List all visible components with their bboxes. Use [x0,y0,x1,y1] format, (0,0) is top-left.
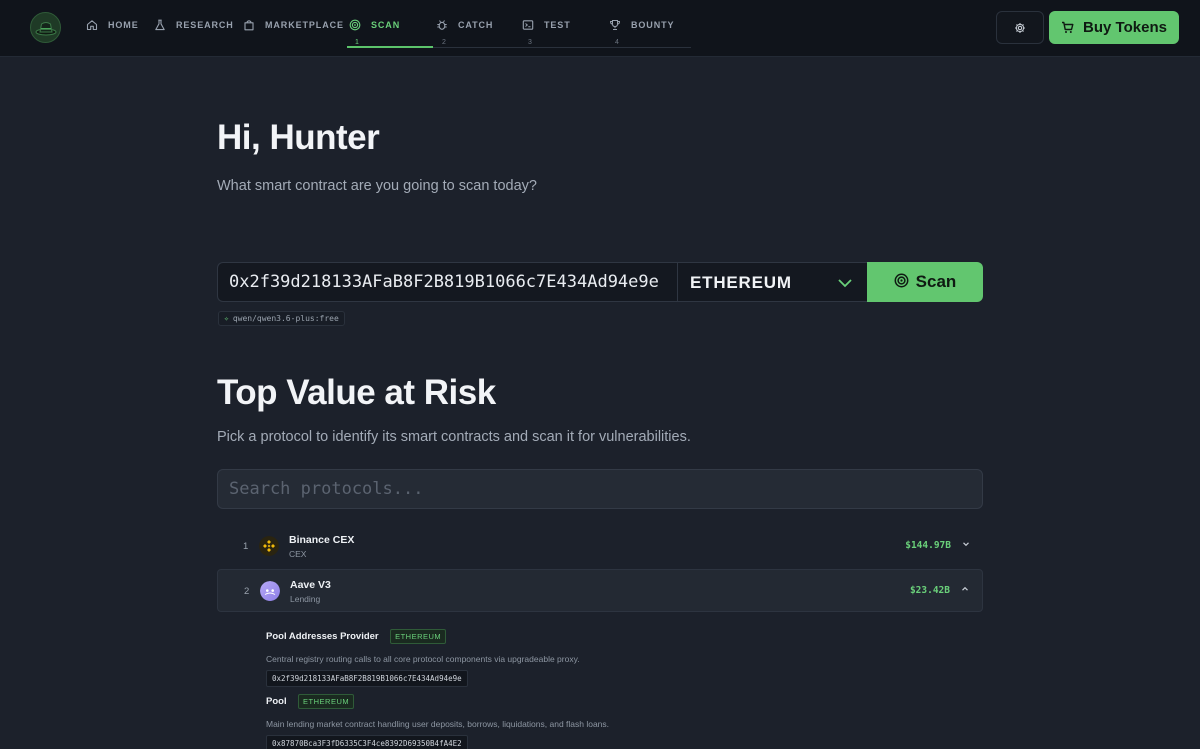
contract-description: Main lending market contract handling us… [266,719,610,729]
nav-steps-track [433,47,691,48]
nav-test-label: TEST [544,20,571,30]
section-title: Top Value at Risk [217,373,496,412]
protocol-tvl: $23.42B [909,585,950,596]
protocol-name: Binance CEX [289,534,355,546]
nav-marketplace-label: MARKETPLACE [265,20,344,30]
buy-tokens-button[interactable]: Buy Tokens [1049,11,1179,44]
contract-name: Pool [266,696,287,708]
contract-address-input[interactable]: 0x2f39d218133AFaB8F2B819B1066c7E434Ad94e… [217,262,678,302]
nav-scan-step-number: 1 [355,39,359,46]
chevron-up-icon [962,586,968,591]
nav-research-label: RESEARCH [176,20,234,30]
nav-scan[interactable]: SCAN 1 [349,14,400,48]
chain-select[interactable]: ETHEREUM [677,262,868,302]
chain-badge: ETHEREUM [390,629,447,645]
radar-icon [349,19,361,31]
protocol-rank: 2 [244,586,250,597]
sparkle-icon: ✧ [224,314,229,323]
chain-badge: ETHEREUM [298,694,355,710]
binance-logo-icon [259,536,279,556]
flask-icon [155,19,165,31]
shopping-bag-icon [244,20,254,31]
model-badge[interactable]: ✧ qwen/qwen3.6-plus:free [218,311,345,326]
scan-button[interactable]: Scan [867,262,983,302]
protocol-row[interactable]: 1 Binance CEX CEX $144.97B [217,525,983,568]
hunter-hat-logo[interactable] [30,12,61,43]
terminal-icon [522,20,534,30]
contract-description: Central registry routing calls to all co… [266,654,580,664]
nav-home-label: HOME [108,20,139,30]
contract-item[interactable]: Pool ETHEREUM Main lending market contra… [266,693,609,749]
page-subtitle: What smart contract are you going to sca… [217,178,537,194]
cart-icon [1062,21,1074,33]
nav-scan-label: SCAN [371,20,401,30]
nav-catch-step-number: 2 [442,39,446,46]
buy-tokens-label: Buy Tokens [1083,19,1167,36]
scan-button-label: Scan [915,272,957,291]
home-icon [86,20,98,31]
nav-bounty[interactable]: BOUNTY 4 [609,14,674,48]
contract-name: Pool Addresses Provider [266,631,379,643]
aave-logo-icon [260,581,280,601]
nav-marketplace[interactable]: MARKETPLACE [243,14,344,48]
nav-catch[interactable]: CATCH 2 [436,14,493,48]
hat-icon [35,21,56,35]
nav-test-step-number: 3 [528,39,532,46]
nav-bounty-label: BOUNTY [631,20,675,30]
nav-home[interactable]: HOME [86,14,139,48]
contract-item[interactable]: Pool Addresses Provider ETHEREUM Central… [266,628,580,687]
top-navigation-bar: HOME RESEARCH MARKETPLACE SCAN 1 CATCH 2… [0,0,1200,57]
radar-icon [894,273,909,287]
chain-select-value: ETHEREUM [690,273,792,292]
protocol-category: CEX [289,549,307,559]
model-badge-label: qwen/qwen3.6-plus:free [232,314,339,323]
gear-icon [1015,22,1025,33]
page-greeting: Hi, Hunter [217,118,380,157]
nav-research[interactable]: RESEARCH [154,14,234,48]
nav-bounty-step-number: 4 [615,39,619,46]
nav-test[interactable]: TEST 3 [522,14,571,48]
protocol-category: Lending [290,594,321,604]
protocol-search-input[interactable]: Search protocols... [217,469,983,509]
chevron-down-icon [838,279,852,288]
settings-button[interactable] [996,11,1044,44]
protocol-tvl: $144.97B [905,540,951,551]
nav-catch-label: CATCH [458,20,494,30]
chevron-down-icon [963,542,969,547]
contract-address[interactable]: 0x87870Bca3F3fD6335C3F4ce8392D69350B4fA4… [266,735,468,749]
section-subtitle: Pick a protocol to identify its smart co… [217,429,691,445]
bug-icon [437,20,447,30]
contract-address[interactable]: 0x2f39d218133AFaB8F2B819B1066c7E434Ad94e… [266,670,468,687]
protocol-row[interactable]: 2 Aave V3 Lending $23.42B [217,569,983,612]
nav-scan-active-indicator [347,46,433,48]
trophy-icon [609,20,621,30]
protocol-name: Aave V3 [290,579,331,591]
protocol-rank: 1 [243,541,249,552]
